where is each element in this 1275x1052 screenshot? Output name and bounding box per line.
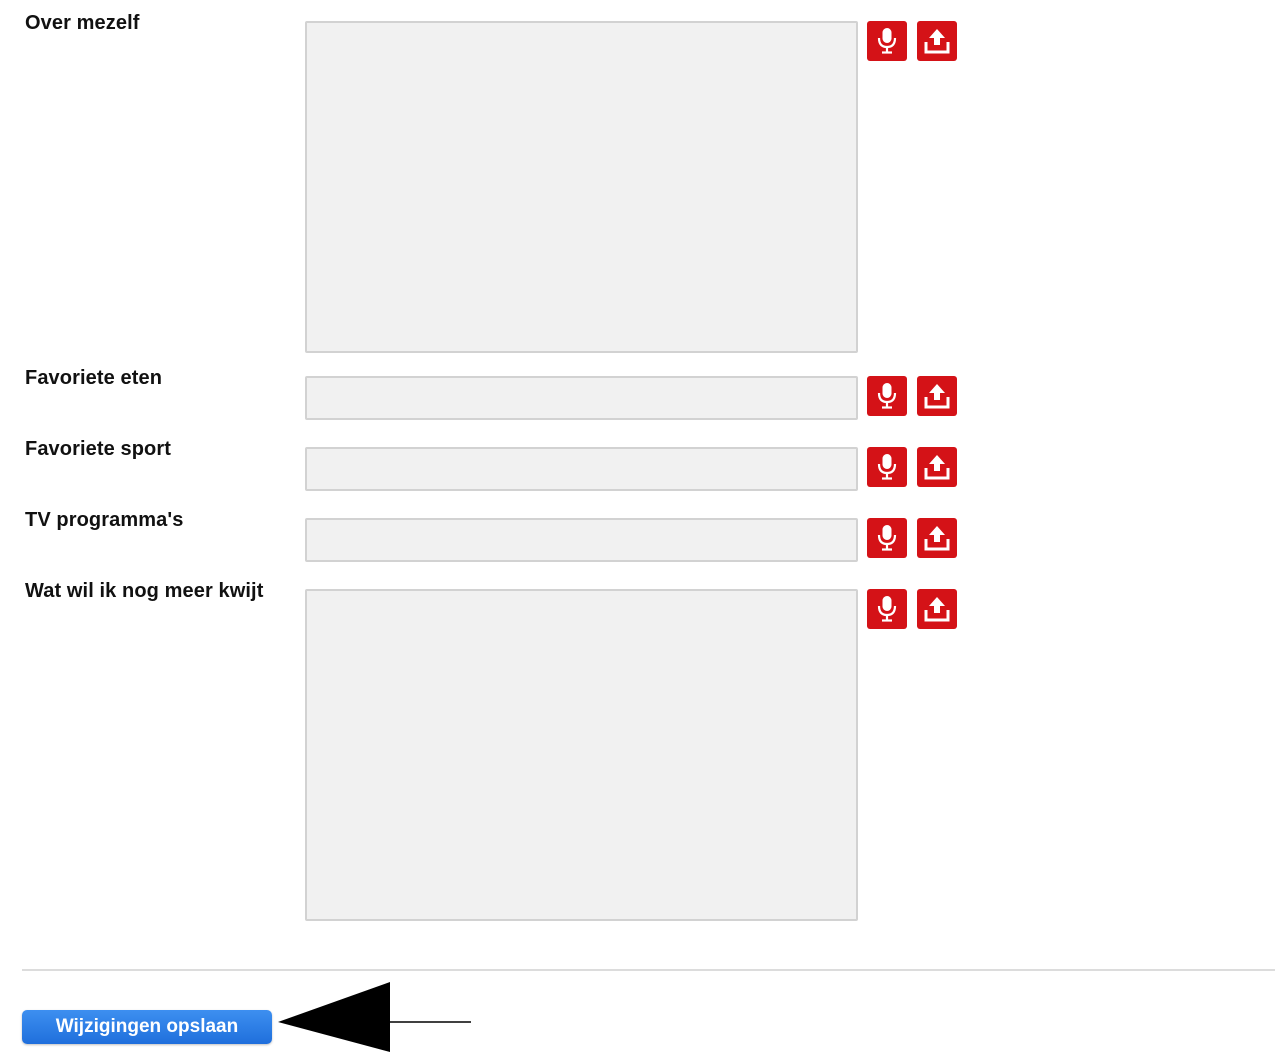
tv-programmas-upload-button[interactable] <box>917 518 957 558</box>
field-label-favoriete-eten: Favoriete eten <box>25 367 163 389</box>
favoriete-eten-record-button[interactable] <box>867 376 907 416</box>
upload-icon <box>924 455 950 480</box>
over-mezelf-record-button[interactable] <box>867 21 907 61</box>
favoriete-eten-upload-button[interactable] <box>917 376 957 416</box>
upload-icon <box>924 526 950 551</box>
form-divider <box>22 969 1275 971</box>
favoriete-eten-input[interactable] <box>305 376 858 420</box>
tv-programmas-input[interactable] <box>305 518 858 562</box>
favoriete-sport-record-button[interactable] <box>867 447 907 487</box>
favoriete-sport-input[interactable] <box>305 447 858 491</box>
microphone-icon <box>877 383 897 409</box>
field-label-tv-programmas: TV programma's <box>25 509 184 531</box>
upload-icon <box>924 597 950 622</box>
wat-wil-ik-nog-meer-kwijt-textarea[interactable] <box>305 589 858 921</box>
over-mezelf-upload-button[interactable] <box>917 21 957 61</box>
microphone-icon <box>877 525 897 551</box>
upload-icon <box>924 29 950 54</box>
microphone-icon <box>877 28 897 54</box>
upload-icon <box>924 384 950 409</box>
field-label-wat-wil-ik-nog-meer-kwijt: Wat wil ik nog meer kwijt <box>25 580 264 602</box>
field-label-favoriete-sport: Favoriete sport <box>25 438 171 460</box>
wat-wil-ik-nog-meer-kwijt-upload-button[interactable] <box>917 589 957 629</box>
field-label-over-mezelf: Over mezelf <box>25 12 140 34</box>
favoriete-sport-upload-button[interactable] <box>917 447 957 487</box>
wat-wil-ik-nog-meer-kwijt-record-button[interactable] <box>867 589 907 629</box>
arrow-pointer-icon <box>278 982 471 1052</box>
microphone-icon <box>877 454 897 480</box>
over-mezelf-textarea[interactable] <box>305 21 858 353</box>
tv-programmas-record-button[interactable] <box>867 518 907 558</box>
save-changes-button[interactable]: Wijzigingen opslaan <box>22 1010 272 1044</box>
microphone-icon <box>877 596 897 622</box>
